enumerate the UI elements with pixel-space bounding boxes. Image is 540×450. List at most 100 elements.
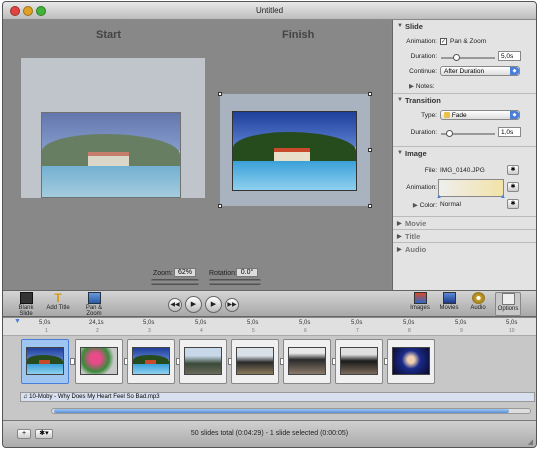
transition-duration-field[interactable]: 1,0s	[498, 127, 521, 137]
slide-animation-label: Animation:	[406, 38, 437, 45]
audio-icon	[471, 292, 485, 304]
playhead-icon[interactable]: ▼	[14, 318, 21, 325]
notes-label[interactable]: ▶ Notes:	[409, 82, 435, 90]
inspector-panel: ▼ Slide Animation: ✓ Pan & Zoom Duration…	[392, 20, 536, 290]
title-header-label: Title	[405, 232, 421, 241]
resize-grip-icon[interactable]: ◢	[528, 438, 533, 446]
transition-type-popup[interactable]: Fade ◆	[440, 110, 520, 120]
finish-frame[interactable]	[218, 92, 372, 208]
start-label: Start	[96, 29, 122, 41]
slide-number: 7	[356, 328, 359, 334]
audio-section-header[interactable]: ▶ Audio	[393, 242, 536, 255]
timeline: ▼ 5,0s 24,1s 5,0s 5,0s 5,0s 5,0s 5,0s 5,…	[3, 318, 536, 420]
curve-end-marker-icon[interactable]: ▲	[500, 194, 506, 200]
duration-tick: 5,0s	[143, 320, 155, 326]
pan-zoom-icon	[87, 292, 101, 304]
transition-type-label: Type:	[421, 112, 437, 119]
pan-zoom-checkbox[interactable]: ✓	[440, 38, 447, 45]
start-frame[interactable]	[21, 58, 205, 198]
slide-thumbnail[interactable]	[75, 339, 123, 384]
slide-thumbnail[interactable]	[127, 339, 175, 384]
disclosure-closed-icon: ▶	[397, 234, 402, 240]
disclosure-closed-icon: ▶	[397, 221, 402, 227]
continue-popup[interactable]: After Duration ◆	[440, 66, 520, 76]
image-section-header[interactable]: ▼ Image	[393, 146, 536, 159]
rotation-label: Rotation:	[209, 270, 238, 277]
rotation-value[interactable]: 0.0°	[236, 268, 258, 277]
slide-image	[132, 347, 170, 375]
slide-image	[392, 347, 430, 375]
color-label[interactable]: ▶ Color:	[397, 201, 437, 209]
resize-handle-tr[interactable]	[368, 92, 372, 96]
scrollbar-thumb[interactable]	[54, 409, 509, 413]
slide-thumbnail[interactable]	[387, 339, 435, 384]
options-button[interactable]: Options	[495, 292, 521, 316]
audio-track-name: 10-Moby - Why Does My Heart Feel So Bad.…	[29, 394, 160, 400]
duration-tick: 5,0s	[403, 320, 415, 326]
slide-thumbnail[interactable]	[335, 339, 383, 384]
audio-button[interactable]: Audio	[466, 292, 490, 311]
blank-slide-button[interactable]: Blank Slide	[11, 292, 41, 317]
finish-label: Finish	[282, 29, 315, 41]
app-window: Untitled Start Finish Zoom: 62% Rotation…	[2, 1, 537, 448]
slide-number: 6	[304, 328, 307, 334]
slide-image	[236, 347, 274, 375]
play-full-button[interactable]: ▶	[185, 296, 202, 313]
slide-duration-label: Duration:	[410, 53, 437, 60]
slide-thumbnail[interactable]	[283, 339, 331, 384]
resize-handle-tl[interactable]	[218, 92, 222, 96]
disclosure-open-icon: ▼	[397, 150, 403, 156]
pan-zoom-button[interactable]: Pan & Zoom	[79, 292, 109, 317]
zoom-label: Zoom:	[153, 270, 173, 277]
add-title-button[interactable]: T Add Title	[45, 292, 71, 311]
slide-number: 1	[45, 328, 48, 334]
color-gear-button[interactable]: ✱	[507, 199, 519, 209]
slide-thumbnail[interactable]	[21, 339, 69, 384]
animation-gear-button[interactable]: ✱	[507, 182, 519, 192]
slide-number: 9	[460, 328, 463, 334]
forward-button[interactable]: ▶▶	[225, 298, 239, 312]
slide-number: 10	[509, 328, 515, 334]
slide-duration-slider[interactable]	[441, 54, 495, 61]
slide-duration-field[interactable]: 5,0s	[498, 51, 521, 61]
slide-image	[26, 347, 64, 375]
slide-image	[184, 347, 222, 375]
rewind-button[interactable]: ◀◀	[168, 298, 182, 312]
popup-arrows-icon: ◆	[510, 67, 519, 75]
movies-icon	[442, 292, 456, 304]
play-button[interactable]: ▶	[205, 296, 222, 313]
transition-duration-slider[interactable]	[441, 130, 495, 137]
curve-start-marker-icon[interactable]: ▲	[436, 194, 442, 200]
resize-handle-r[interactable]	[368, 148, 372, 152]
add-title-label: Add Title	[46, 305, 70, 311]
resize-handle-br[interactable]	[368, 204, 372, 208]
duration-tick: 5,0s	[455, 320, 467, 326]
disclosure-closed-icon: ▶	[397, 247, 402, 253]
color-value: Normal	[440, 201, 461, 208]
file-gear-button[interactable]: ✱	[507, 165, 519, 175]
slide-number: 8	[408, 328, 411, 334]
movie-header-label: Movie	[405, 219, 427, 228]
slide-thumbnail[interactable]	[231, 339, 279, 384]
status-bar: + ✱▾ 50 slides total (0:04:29) - 1 slide…	[3, 420, 536, 447]
zoom-value[interactable]: 62%	[174, 268, 196, 277]
slide-section-header[interactable]: ▼ Slide	[393, 20, 536, 33]
title-section-header[interactable]: ▶ Title	[393, 229, 536, 242]
timeline-scrollbar[interactable]	[51, 408, 531, 414]
slide-number: 3	[148, 328, 151, 334]
resize-handle-bl[interactable]	[218, 204, 222, 208]
images-button[interactable]: Images	[408, 292, 432, 311]
zoom-scrubber[interactable]	[151, 279, 199, 285]
slide-thumbnail[interactable]	[179, 339, 227, 384]
movie-section-header[interactable]: ▶ Movie	[393, 216, 536, 229]
image-animation-curve[interactable]: ▲ ▲	[436, 179, 506, 200]
title-bar: Untitled	[3, 2, 536, 20]
options-label: Options	[497, 306, 519, 312]
transition-section-header[interactable]: ▼ Transition	[393, 93, 536, 106]
notes-text: Notes:	[415, 83, 435, 90]
audio-track[interactable]: ♫ 10-Moby - Why Does My Heart Feel So Ba…	[20, 392, 535, 402]
movies-button[interactable]: Movies	[437, 292, 461, 311]
color-text: Color:	[419, 202, 437, 209]
rotation-scrubber[interactable]	[209, 279, 261, 285]
slide-number: 4	[200, 328, 203, 334]
